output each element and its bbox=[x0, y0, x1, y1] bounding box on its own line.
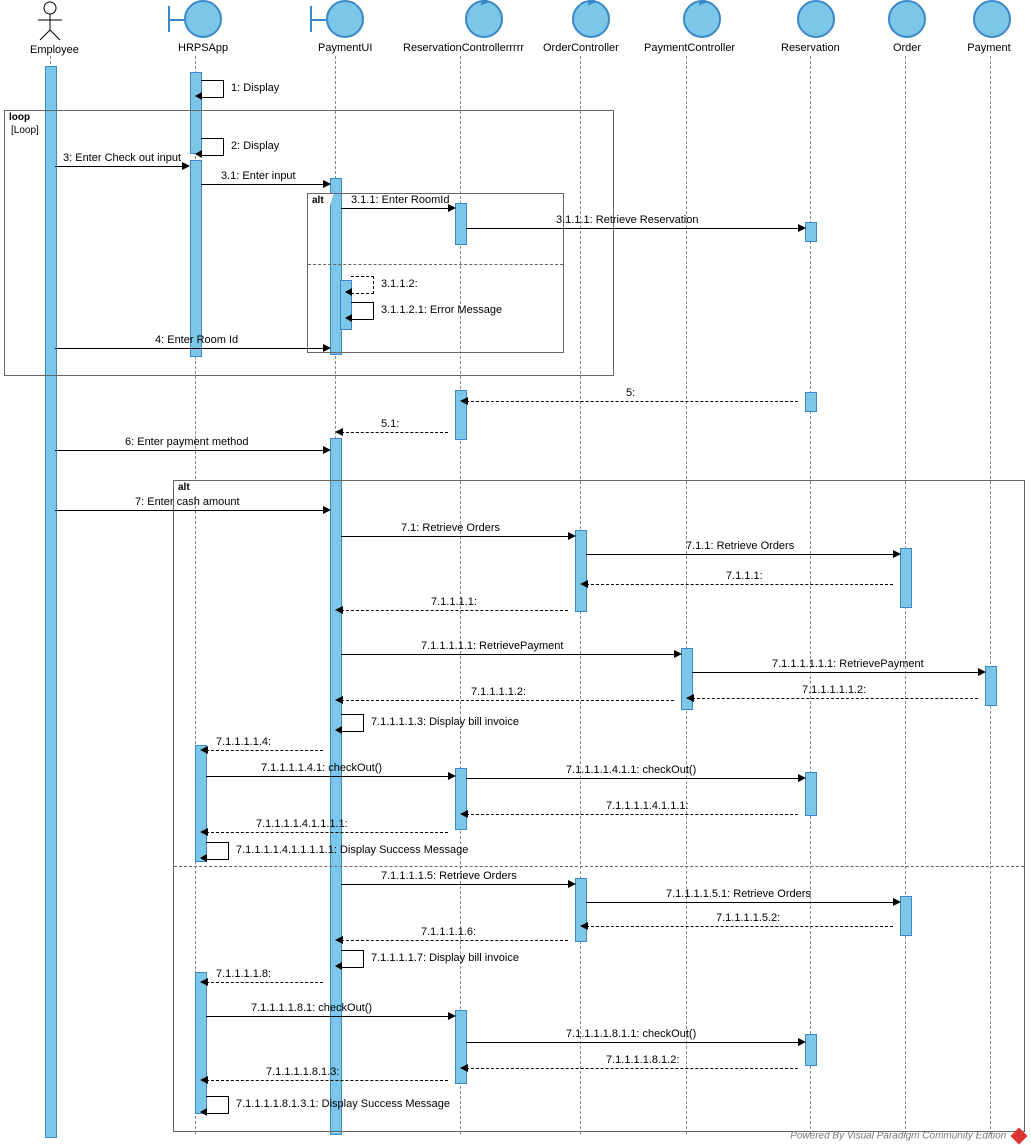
lifeline-paymentcontroller: PaymentController bbox=[669, 0, 735, 54]
message-label: 7.1.1.1.1: bbox=[431, 596, 477, 608]
boundary-icon bbox=[326, 0, 364, 38]
msg-3-1-1-2: 3.1.1.2: bbox=[351, 276, 374, 294]
message-label: 7.1.1.1.1.8.1.1: checkOut() bbox=[566, 1028, 696, 1040]
message-label: 3.1.1: Enter RoomId bbox=[351, 194, 449, 206]
activation bbox=[805, 392, 817, 412]
message-label: 5: bbox=[626, 387, 635, 399]
message-label: 7.1.1.1.1.8: bbox=[216, 968, 271, 980]
message-label: 7.1.1.1.1.1.2: bbox=[802, 684, 866, 696]
fragment-tag: alt bbox=[173, 480, 200, 494]
entity-icon bbox=[973, 0, 1011, 38]
message-label: 5.1: bbox=[381, 418, 399, 430]
message-label: 3.1.1.2.1: Error Message bbox=[381, 304, 502, 316]
message-label: 7.1.1.1.1.4.1.1.1: bbox=[606, 800, 689, 812]
lifeline-label: HRPSApp bbox=[178, 42, 228, 54]
actor-icon bbox=[30, 0, 70, 42]
message-label: 7.1.1: Retrieve Orders bbox=[686, 540, 794, 552]
message-label: 7.1.1.1.1.1.1: RetrievePayment bbox=[772, 658, 924, 670]
message-label: 7.1.1.1.1.5.1: Retrieve Orders bbox=[666, 888, 811, 900]
fragment-tag: alt bbox=[307, 193, 334, 207]
control-icon bbox=[683, 0, 721, 38]
message-label: 6: Enter payment method bbox=[125, 436, 249, 448]
msg-7-1-1-1-1-3: 7.1.1.1.1.3: Display bill invoice bbox=[341, 714, 364, 732]
fragment-tag: loop bbox=[4, 110, 40, 124]
msg-7-1-1-1-1-8-1-3-1: 7.1.1.1.1.8.1.3.1: Display Success Messa… bbox=[206, 1096, 229, 1114]
footer-watermark: Powered By Visual Paradigm Community Edi… bbox=[790, 1130, 1025, 1142]
lifeline-label: OrderController bbox=[543, 42, 619, 54]
footer-text: Powered By Visual Paradigm Community Edi… bbox=[790, 1131, 1006, 1142]
msg-1-display: 1: Display bbox=[201, 80, 224, 98]
message-label: 7.1.1.1.1.8.1.3.1: Display Success Messa… bbox=[236, 1098, 450, 1110]
lifeline-label: Order bbox=[888, 42, 926, 54]
message-label: 1: Display bbox=[231, 82, 279, 94]
fragment-guard: [Loop] bbox=[11, 125, 39, 136]
msg-2-display: 2: Display bbox=[201, 138, 224, 156]
lifeline-reservationcontroller: ReservationControllerrrrr bbox=[443, 0, 524, 54]
lifeline-label: Reservation bbox=[781, 42, 840, 54]
lifeline-reservation: Reservation bbox=[793, 0, 840, 54]
message-label: 7.1.1.1.1.2: bbox=[471, 686, 526, 698]
actor-label: Employee bbox=[30, 44, 70, 56]
lifeline-label: Payment bbox=[967, 42, 1011, 54]
message-label: 3: Enter Check out input bbox=[63, 152, 181, 164]
message-label: 7.1.1.1: bbox=[726, 570, 763, 582]
sequence-diagram: Employee HRPSApp PaymentUI ReservationCo… bbox=[0, 0, 1031, 1144]
lifeline-order: Order bbox=[888, 0, 926, 54]
message-label: 7.1.1.1.1.4.1.1: checkOut() bbox=[566, 764, 696, 776]
message-label: 7.1.1.1.1.8.1: checkOut() bbox=[251, 1002, 372, 1014]
entity-icon bbox=[888, 0, 926, 38]
message-label: 4: Enter Room Id bbox=[155, 334, 238, 346]
fragment-divider bbox=[174, 866, 1024, 867]
message-label: 7.1.1.1.1.6: bbox=[421, 926, 476, 938]
lifeline-label: ReservationControllerrrrr bbox=[403, 42, 524, 54]
message-label: 7.1.1.1.1.5: Retrieve Orders bbox=[381, 870, 517, 882]
message-label: 7.1.1.1.1.4: bbox=[216, 736, 271, 748]
msg-3-1-1-2-1: 3.1.1.2.1: Error Message bbox=[351, 302, 374, 320]
msg-7-1-1-1-1-4-1-1-1-1-1: 7.1.1.1.1.4.1.1.1.1.1: Display Success M… bbox=[206, 842, 229, 860]
message-label: 7.1.1.1.1.4.1.1.1.1: bbox=[256, 818, 348, 830]
message-label: 7.1.1.1.1.1: RetrievePayment bbox=[421, 640, 563, 652]
message-label: 3.1.1.1: Retrieve Reservation bbox=[556, 214, 698, 226]
lifeline-label: PaymentController bbox=[644, 42, 735, 54]
message-label: 7.1.1.1.1.5.2: bbox=[716, 912, 780, 924]
control-icon bbox=[572, 0, 610, 38]
message-label: 7.1.1.1.1.4.1: checkOut() bbox=[261, 762, 382, 774]
message-label: 7.1.1.1.1.8.1.3: bbox=[266, 1066, 339, 1078]
boundary-icon bbox=[184, 0, 222, 38]
lifeline-paymentui: PaymentUI bbox=[318, 0, 372, 54]
control-icon bbox=[465, 0, 503, 38]
message-label: 3.1.1.2: bbox=[381, 278, 418, 290]
fragment-alt-1: alt bbox=[307, 193, 564, 353]
message-label: 7.1.1.1.1.3: Display bill invoice bbox=[371, 716, 519, 728]
message-label: 7.1.1.1.1.4.1.1.1.1.1: Display Success M… bbox=[236, 844, 468, 856]
message-label: 3.1: Enter input bbox=[221, 170, 296, 182]
entity-icon bbox=[797, 0, 835, 38]
actor-employee: Employee bbox=[30, 0, 70, 56]
message-label: 7.1: Retrieve Orders bbox=[401, 522, 500, 534]
message-label: 7.1.1.1.1.7: Display bill invoice bbox=[371, 952, 519, 964]
msg-7-1-1-1-1-7: 7.1.1.1.1.7: Display bill invoice bbox=[341, 950, 364, 968]
lifeline-ordercontroller: OrderController bbox=[563, 0, 619, 54]
lifeline-label: PaymentUI bbox=[318, 42, 372, 54]
message-label: 2: Display bbox=[231, 140, 279, 152]
activation bbox=[805, 222, 817, 242]
vp-logo-icon bbox=[1011, 1128, 1028, 1145]
fragment-divider bbox=[308, 264, 563, 265]
message-label: 7.1.1.1.1.8.1.2: bbox=[606, 1054, 679, 1066]
lifeline-payment: Payment bbox=[973, 0, 1011, 54]
message-label: 7: Enter cash amount bbox=[135, 496, 240, 508]
lifeline-hrpsapp: HRPSApp bbox=[178, 0, 228, 54]
